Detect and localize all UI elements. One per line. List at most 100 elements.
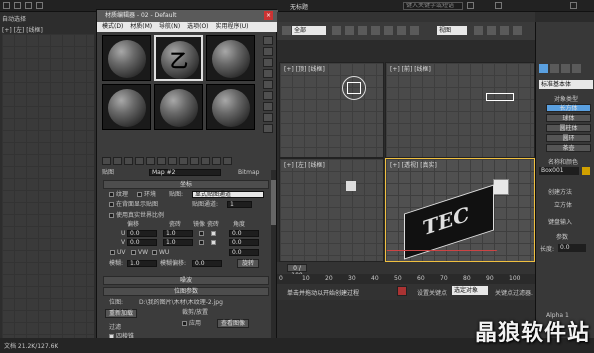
wu-radio[interactable] [152, 250, 157, 255]
make-preview-icon[interactable] [263, 91, 273, 100]
menu-material[interactable]: 材质(M) [130, 23, 152, 30]
new-file-icon[interactable] [14, 2, 21, 9]
hierarchy-tab-icon[interactable] [561, 64, 570, 73]
key-filters-button[interactable]: 关键点过滤器... [495, 288, 533, 297]
material-id-icon[interactable] [179, 157, 188, 165]
undo-icon[interactable] [282, 26, 291, 35]
menu-navigation[interactable]: 导航(N) [159, 23, 180, 30]
map-type-button[interactable]: Bitmap [238, 169, 259, 176]
reload-button[interactable]: 重新加载 [105, 309, 137, 318]
u-tile-checkbox[interactable] [211, 231, 216, 236]
select-by-material-icon[interactable] [263, 113, 273, 122]
copy-material-icon[interactable] [146, 157, 155, 165]
uv-tiling-icon[interactable] [263, 69, 273, 78]
show-map-on-back-checkbox[interactable] [109, 202, 114, 207]
menu-options[interactable]: 选项(O) [187, 23, 208, 30]
rotate-button[interactable]: 旋转 [237, 259, 259, 268]
mirror-icon[interactable] [474, 26, 483, 35]
v-tiling-field[interactable]: 1.0 [163, 239, 193, 246]
move-icon[interactable] [371, 26, 380, 35]
creation-method-rollout[interactable]: 创建方法 [548, 187, 572, 196]
material-editor-scrollbar[interactable] [271, 170, 276, 340]
box-button[interactable]: 长方体 [546, 104, 591, 112]
material-slot-5[interactable] [154, 84, 203, 130]
sphere-button[interactable]: 球体 [546, 114, 591, 122]
set-key-label[interactable]: 设置关键点 [417, 288, 447, 297]
backlight-icon[interactable] [263, 47, 273, 56]
material-slot-4[interactable] [102, 84, 151, 130]
motion-tab-icon[interactable] [572, 64, 581, 73]
put-to-library-icon[interactable] [168, 157, 177, 165]
environment-radio[interactable] [137, 192, 142, 197]
scrollbar-thumb[interactable] [271, 180, 276, 225]
menu-mode[interactable]: 模式(D) [102, 23, 123, 30]
material-slot-3[interactable] [206, 35, 255, 81]
map-channel-field[interactable]: 1 [227, 201, 252, 208]
object-name-field[interactable]: Box001 [539, 167, 579, 175]
length-field[interactable]: 0.0 [558, 244, 586, 252]
blur-offset-field[interactable]: 0.0 [192, 260, 222, 267]
show-in-viewport-icon[interactable] [190, 157, 199, 165]
u-tiling-field[interactable]: 1.0 [163, 230, 193, 237]
cube-radio-label[interactable]: 立方体 [554, 200, 572, 209]
v-tile-checkbox[interactable] [211, 240, 216, 245]
name-color-rollout[interactable]: 名称和颜色 [548, 157, 578, 166]
material-slot-2[interactable]: 乙 [154, 35, 203, 81]
u-mirror-checkbox[interactable] [199, 231, 204, 236]
keyboard-entry-rollout[interactable]: 键盘输入 [548, 217, 572, 226]
modify-tab-icon[interactable] [550, 64, 559, 73]
v-offset-field[interactable]: 0.0 [127, 239, 157, 246]
video-check-icon[interactable] [263, 80, 273, 89]
w-angle-field[interactable]: 0.0 [229, 249, 259, 256]
options-icon[interactable] [263, 102, 273, 111]
torus-button[interactable]: 圆环 [546, 134, 591, 142]
material-name-field[interactable]: Map #2 [149, 169, 221, 176]
region-select-icon[interactable] [358, 26, 367, 35]
reference-coord-dropdown[interactable]: 视图 [437, 26, 467, 35]
search-icon[interactable] [467, 2, 474, 9]
layer-icon[interactable] [500, 26, 509, 35]
select-by-name-icon[interactable] [345, 26, 354, 35]
texture-radio[interactable] [109, 192, 114, 197]
set-key-icon[interactable] [397, 286, 407, 296]
material-slot-1[interactable] [102, 35, 151, 81]
box-object-top[interactable] [347, 82, 361, 94]
v-mirror-checkbox[interactable] [199, 240, 204, 245]
save-file-icon[interactable] [36, 2, 43, 9]
show-end-result-icon[interactable] [201, 157, 210, 165]
blur-field[interactable]: 1.0 [127, 260, 157, 267]
rotate-icon[interactable] [384, 26, 393, 35]
material-slot-6[interactable] [206, 84, 255, 130]
viewport-top[interactable]: [+] [顶] [线框] [279, 62, 384, 158]
track-bar[interactable]: 0 10 20 30 40 50 60 70 80 90 100 [277, 274, 535, 284]
open-file-icon[interactable] [25, 2, 32, 9]
material-editor-title[interactable]: 材质编辑器 - 02 - Default [97, 10, 278, 22]
app-logo-icon[interactable] [3, 2, 10, 9]
cylinder-button[interactable]: 圆柱体 [546, 124, 591, 132]
close-icon[interactable]: × [264, 11, 273, 20]
select-object-icon[interactable] [332, 26, 341, 35]
view-image-button[interactable]: 查看图像 [217, 319, 249, 328]
object-color-swatch[interactable] [582, 167, 590, 175]
search-input[interactable]: 键入关键字或短语 [403, 2, 463, 10]
put-to-scene-icon[interactable] [113, 157, 122, 165]
key-selection-dropdown[interactable]: 选定对象 [452, 286, 488, 295]
v-angle-field[interactable]: 0.0 [229, 239, 259, 246]
background-icon[interactable] [263, 58, 273, 67]
material-navigator-icon[interactable] [263, 124, 273, 133]
assign-to-selection-icon[interactable] [124, 157, 133, 165]
u-offset-field[interactable]: 0.0 [127, 230, 157, 237]
make-unique-icon[interactable] [157, 157, 166, 165]
align-icon[interactable] [487, 26, 496, 35]
viewport-perspective[interactable]: [+] [透视] [真实] TEC [385, 158, 535, 262]
go-to-parent-icon[interactable] [212, 157, 221, 165]
parameters-rollout[interactable]: 参数 [556, 232, 568, 241]
go-forward-icon[interactable] [223, 157, 232, 165]
apply-checkbox[interactable] [182, 321, 187, 326]
left-viewport-area[interactable] [2, 34, 94, 344]
view-cube-icon[interactable] [493, 179, 509, 195]
minimize-icon[interactable] [570, 2, 577, 9]
viewport-front[interactable]: [+] [前] [线框] [385, 62, 535, 158]
vw-radio[interactable] [131, 250, 136, 255]
noise-rollout-header[interactable]: 噪波 [103, 276, 269, 285]
